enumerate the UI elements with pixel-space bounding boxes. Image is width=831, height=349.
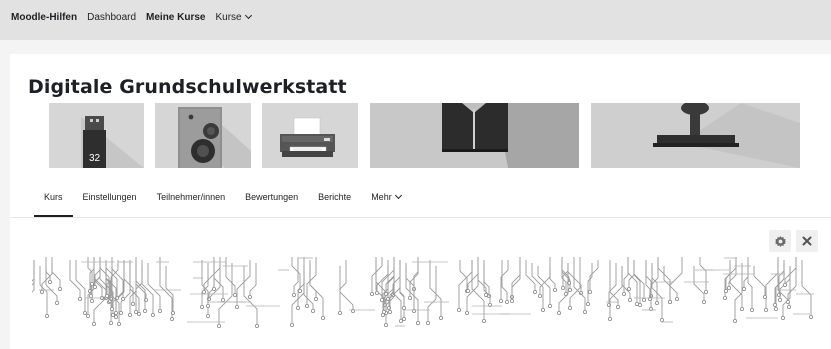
banner-image-usb: 32 bbox=[49, 103, 144, 168]
tab-settings[interactable]: Einstellungen bbox=[73, 186, 147, 217]
tab-more[interactable]: Mehr bbox=[361, 186, 411, 217]
tab-reports[interactable]: Berichte bbox=[308, 186, 361, 217]
joystick-icon bbox=[591, 103, 800, 168]
banner-image-joystick bbox=[591, 103, 800, 168]
gear-icon bbox=[774, 235, 786, 247]
usb-capacity-label: 32 bbox=[89, 153, 101, 164]
tab-participants[interactable]: Teilnehmer/innen bbox=[147, 186, 236, 217]
course-title: Digitale Grundschulwerkstatt bbox=[28, 76, 347, 98]
tab-grades[interactable]: Bewertungen bbox=[235, 186, 308, 217]
printer-icon bbox=[262, 103, 358, 168]
block-close-button[interactable] bbox=[796, 230, 818, 252]
nav-my-courses-link[interactable]: Meine Kurse bbox=[146, 12, 205, 23]
close-icon bbox=[802, 236, 812, 246]
block-settings-button[interactable] bbox=[769, 230, 791, 252]
nav-courses-label: Kurse bbox=[215, 12, 242, 23]
speaker-icon bbox=[155, 103, 251, 168]
nav-dashboard-link[interactable]: Dashboard bbox=[87, 12, 136, 23]
usb-stick-icon: 32 bbox=[49, 103, 144, 168]
banner-image-cable bbox=[370, 103, 579, 168]
tabs-divider bbox=[10, 217, 831, 218]
tab-kurs[interactable]: Kurs bbox=[34, 186, 73, 217]
banner-image-printer bbox=[262, 103, 358, 168]
tab-more-label: Mehr bbox=[371, 192, 392, 202]
top-navigation: Moodle-Hilfen Dashboard Meine Kurse Kurs… bbox=[11, 11, 261, 23]
chevron-down-icon bbox=[394, 191, 402, 200]
nav-courses-menu[interactable]: Kurse bbox=[215, 11, 252, 23]
site-brand-link[interactable]: Moodle-Hilfen bbox=[11, 12, 77, 23]
course-tabs: Kurs Einstellungen Teilnehmer/innen Bewe… bbox=[34, 186, 411, 217]
chevron-down-icon bbox=[244, 11, 252, 20]
circuit-board-pattern-image bbox=[32, 257, 814, 328]
banner-image-speaker bbox=[155, 103, 251, 168]
cable-icon bbox=[370, 103, 579, 168]
